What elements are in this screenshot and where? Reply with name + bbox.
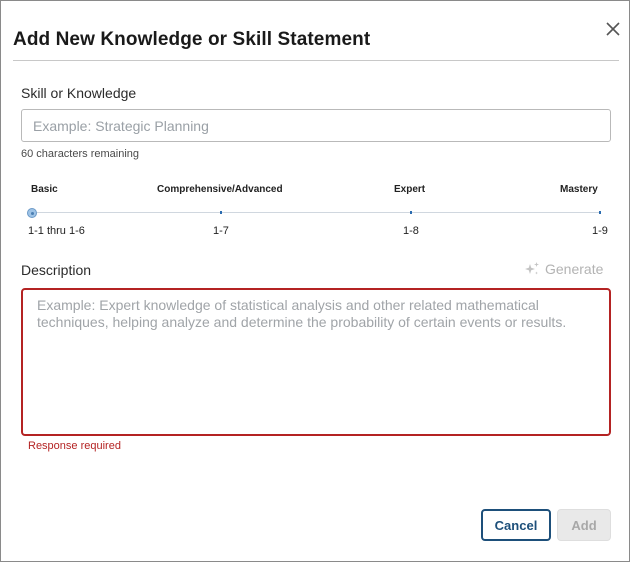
range-label-comprehensive: 1-7 <box>213 225 229 237</box>
level-label-basic: Basic <box>31 184 58 195</box>
range-label-expert: 1-8 <box>403 225 419 237</box>
add-button[interactable]: Add <box>557 509 611 541</box>
level-label-expert: Expert <box>394 184 426 195</box>
generate-button[interactable]: Generate <box>524 261 603 277</box>
level-label-comprehensive: Comprehensive/Advanced <box>157 184 283 195</box>
close-icon <box>606 22 620 36</box>
sparkle-icon <box>525 262 539 275</box>
slider-track[interactable] <box>32 212 601 213</box>
skill-label: Skill or Knowledge <box>21 85 137 101</box>
cancel-button[interactable]: Cancel <box>481 509 551 541</box>
title-divider <box>13 60 619 61</box>
slider-tick-comprehensive[interactable] <box>220 211 222 214</box>
dialog-title: Add New Knowledge or Skill Statement <box>13 29 371 50</box>
skill-input[interactable] <box>21 109 611 142</box>
level-label-mastery: Mastery <box>560 184 598 195</box>
description-textarea[interactable] <box>21 288 611 436</box>
slider-tick-expert[interactable] <box>410 211 412 214</box>
slider-tick-mastery[interactable] <box>599 211 601 214</box>
characters-remaining: 60 characters remaining <box>21 148 140 160</box>
add-statement-dialog: Add New Knowledge or Skill Statement Ski… <box>0 0 630 562</box>
description-label: Description <box>21 262 92 278</box>
close-button[interactable] <box>601 17 625 41</box>
range-label-basic: 1-1 thru 1-6 <box>28 225 85 237</box>
range-label-mastery: 1-9 <box>592 225 608 237</box>
description-error: Response required <box>28 440 121 452</box>
generate-label: Generate <box>545 261 604 277</box>
slider-handle[interactable] <box>27 208 37 218</box>
